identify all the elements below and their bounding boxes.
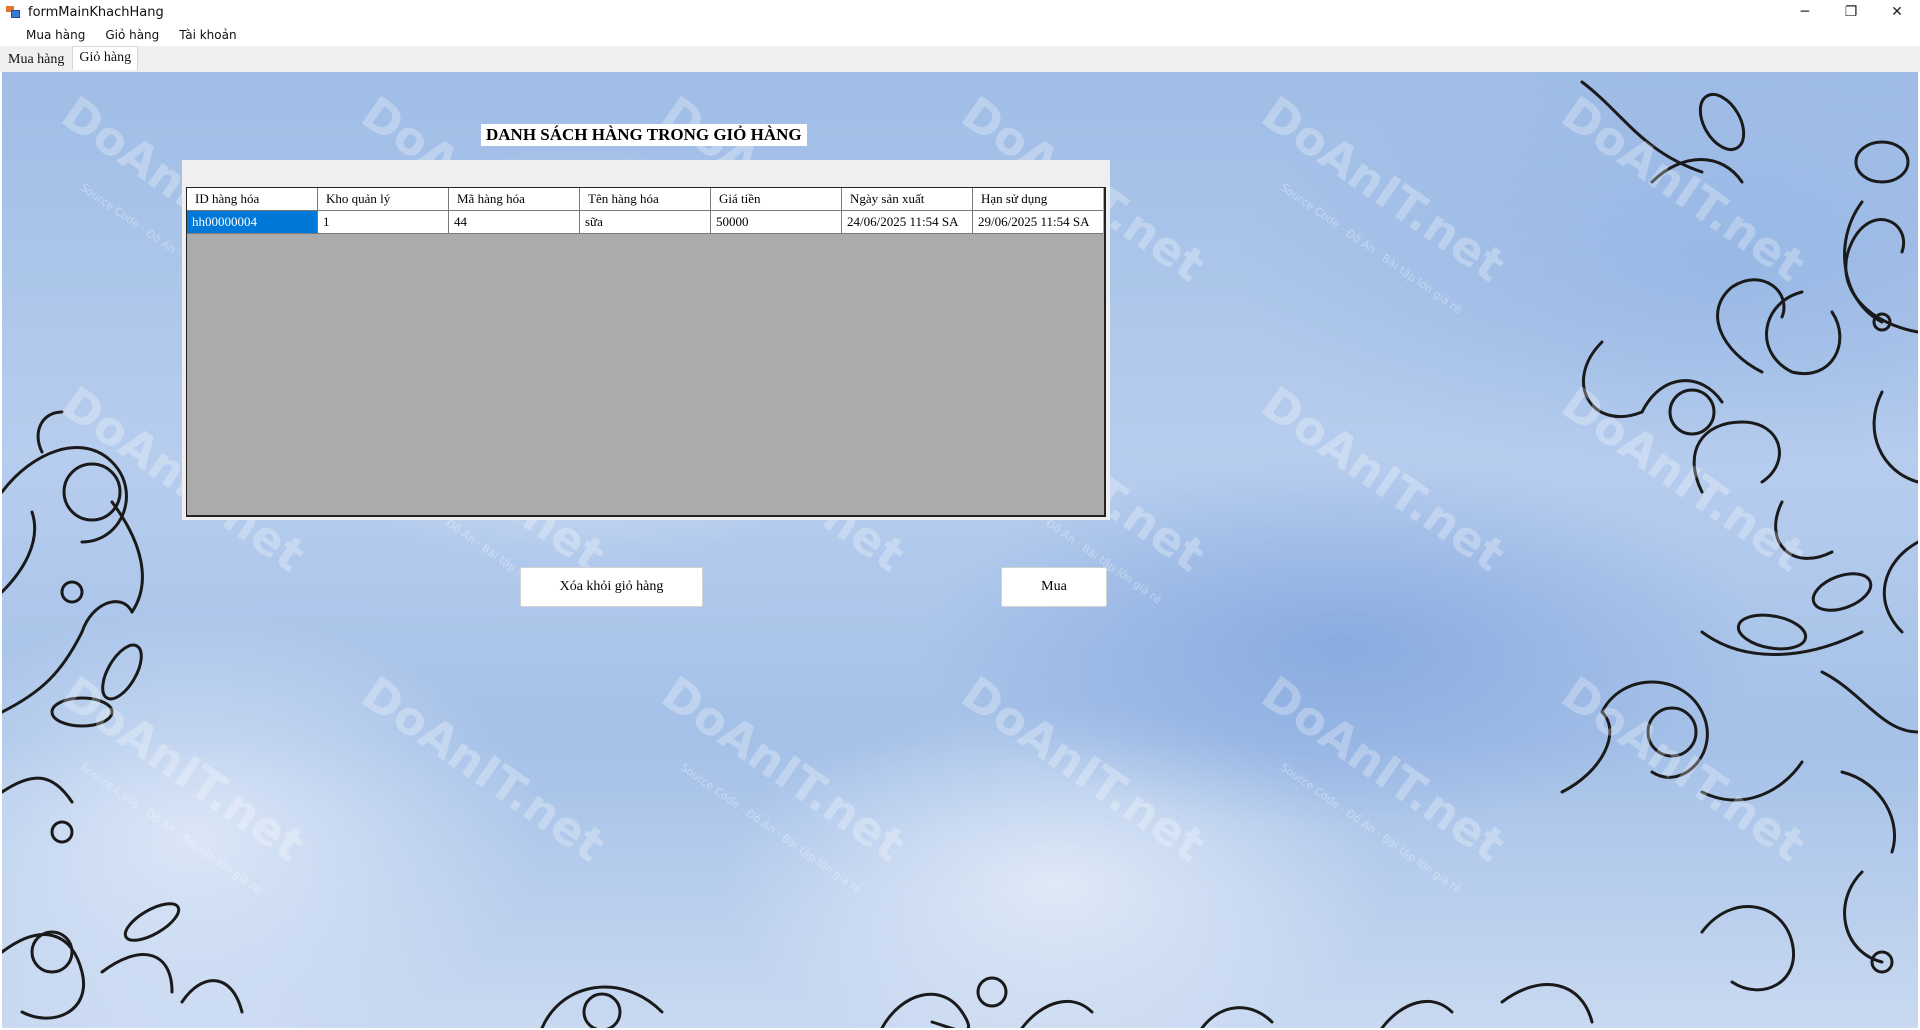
restore-icon[interactable]: ❐ [1828,0,1874,24]
column-header-id[interactable]: ID hàng hóa [187,188,318,211]
table-cell[interactable]: 24/06/2025 11:54 SA [842,211,973,234]
remove-from-cart-button[interactable]: Xóa khỏi giỏ hàng [520,567,703,607]
table-cell[interactable]: sữa [580,211,711,234]
grid-header-row: ID hàng hóa Kho quản lý Mã hàng hóa Tên … [187,188,1104,211]
cart-data-grid[interactable]: ID hàng hóa Kho quản lý Mã hàng hóa Tên … [186,187,1106,517]
menu-item-gio-hang[interactable]: Giỏ hàng [95,28,169,42]
column-header-price[interactable]: Giá tiền [711,188,842,211]
column-header-warehouse[interactable]: Kho quản lý [318,188,449,211]
tab-mua-hang[interactable]: Mua hàng [2,49,70,72]
window-title: formMainKhachHang [28,4,164,20]
table-cell[interactable]: 44 [449,211,580,234]
column-header-manufacture-date[interactable]: Ngày sản xuất [842,188,973,211]
tab-strip: Mua hàng Giỏ hàng [0,46,1920,72]
table-cell[interactable]: 1 [318,211,449,234]
table-cell[interactable]: hh00000004 [187,211,318,234]
cart-grid-panel: ID hàng hóa Kho quản lý Mã hàng hóa Tên … [182,160,1110,520]
page-title: DANH SÁCH HÀNG TRONG GIỎ HÀNG [481,124,807,146]
window-controls: ─ ❐ ✕ [1782,0,1920,24]
title-bar: formMainKhachHang ─ ❐ ✕ [0,0,1920,24]
close-icon[interactable]: ✕ [1874,0,1920,24]
tab-gio-hang[interactable]: Giỏ hàng [72,46,139,70]
tab-content-gio-hang: DoAnIT.net DoAnIT.net DoAnIT.net DoAnIT.… [2,72,1918,1028]
app-form-icon [6,6,20,18]
column-header-expiry-date[interactable]: Hạn sử dụng [973,188,1103,211]
table-row[interactable]: hh00000004 1 44 sữa 50000 24/06/2025 11:… [187,211,1104,234]
table-cell[interactable]: 50000 [711,211,842,234]
buy-button[interactable]: Mua [1001,567,1107,607]
column-header-product-name[interactable]: Tên hàng hóa [580,188,711,211]
table-cell[interactable]: 29/06/2025 11:54 SA [973,211,1103,234]
minimize-icon[interactable]: ─ [1782,0,1828,24]
menu-item-mua-hang[interactable]: Mua hàng [16,28,95,42]
menu-item-tai-khoan[interactable]: Tài khoản [169,28,246,42]
column-header-product-code[interactable]: Mã hàng hóa [449,188,580,211]
menu-bar: Mua hàng Giỏ hàng Tài khoản [0,24,1920,46]
